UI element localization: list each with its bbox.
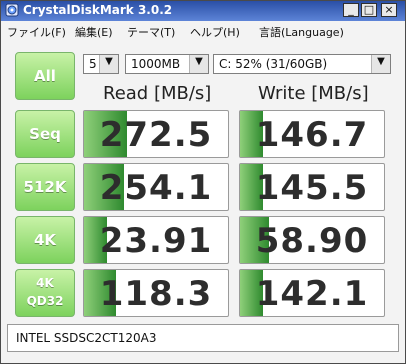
4k-qd32-write-result: 142.1 <box>239 269 385 317</box>
size-dropdown-arrow[interactable]: ▼ <box>189 55 208 73</box>
4k-qd32-label: 4K QD32 <box>26 276 64 308</box>
device-name: INTEL SSDSC2CT120A3 <box>16 331 157 345</box>
512k-write-result: 145.5 <box>239 163 385 211</box>
4k-qd32-test-button[interactable]: 4K QD32 <box>15 269 75 317</box>
read-header: Read [MB/s] <box>103 83 212 104</box>
4k-qd32-write-value: 142.1 <box>255 274 369 314</box>
chevron-down-icon: ▼ <box>377 56 385 67</box>
4k-test-button[interactable]: 4K <box>15 216 75 264</box>
512k-read-result: 254.1 <box>83 163 229 211</box>
maximize-icon: □ <box>363 3 375 16</box>
drive-value: C: 52% (31/60GB) <box>219 57 328 71</box>
4k-read-value: 23.91 <box>99 221 213 261</box>
close-button[interactable]: × <box>381 3 397 17</box>
seq-read-value: 272.5 <box>99 115 213 155</box>
4k-read-result: 23.91 <box>83 216 229 264</box>
seq-label: Seq <box>29 125 61 143</box>
drive-dropdown-arrow[interactable]: ▼ <box>371 55 390 73</box>
512k-label: 512K <box>23 178 67 196</box>
minimize-icon: _ <box>348 3 354 16</box>
512k-write-value: 145.5 <box>255 168 369 208</box>
menu-edit[interactable]: 編集(E) <box>75 24 113 40</box>
runs-dropdown[interactable]: 5 ▼ <box>83 54 119 74</box>
size-dropdown[interactable]: 1000MB ▼ <box>125 54 209 74</box>
runs-dropdown-arrow[interactable]: ▼ <box>99 55 118 73</box>
4k-qd32-read-value: 118.3 <box>99 274 213 314</box>
seq-write-value: 146.7 <box>255 115 369 155</box>
chevron-down-icon: ▼ <box>105 56 113 67</box>
4k-qd32-read-result: 118.3 <box>83 269 229 317</box>
menu-help[interactable]: ヘルプ(H) <box>190 24 240 40</box>
seq-test-button[interactable]: Seq <box>15 110 75 158</box>
all-button-label: All <box>34 67 56 85</box>
title-bar: CrystalDiskMark 3.0.2 _ □ × <box>1 1 405 21</box>
app-icon <box>5 3 19 17</box>
menu-bar: ファイル(F) 編集(E) テーマ(T) ヘルプ(H) 言語(Language) <box>1 21 405 41</box>
window-title: CrystalDiskMark 3.0.2 <box>23 3 173 17</box>
drive-dropdown[interactable]: C: 52% (31/60GB) ▼ <box>213 54 391 74</box>
close-icon: × <box>384 3 394 16</box>
512k-read-value: 254.1 <box>99 168 213 208</box>
4k-write-value: 58.90 <box>255 221 369 261</box>
size-value: 1000MB <box>131 57 181 71</box>
write-header: Write [MB/s] <box>258 83 369 104</box>
crystaldiskmark-window: CrystalDiskMark 3.0.2 _ □ × ファイル(F) 編集(E… <box>0 0 406 364</box>
chevron-down-icon: ▼ <box>195 56 203 67</box>
menu-file[interactable]: ファイル(F) <box>7 24 66 40</box>
4k-write-result: 58.90 <box>239 216 385 264</box>
maximize-button[interactable]: □ <box>361 3 377 17</box>
4k-label: 4K <box>33 231 57 249</box>
main-panel: All 5 ▼ 1000MB ▼ C: 52% (31/60GB) ▼ Read… <box>3 43 403 361</box>
seq-write-result: 146.7 <box>239 110 385 158</box>
runs-value: 5 <box>89 57 97 71</box>
device-status-bar: INTEL SSDSC2CT120A3 <box>7 324 399 352</box>
menu-language[interactable]: 言語(Language) <box>259 24 344 40</box>
512k-test-button[interactable]: 512K <box>15 163 75 211</box>
minimize-button[interactable]: _ <box>343 3 359 17</box>
all-button[interactable]: All <box>15 52 75 100</box>
menu-theme[interactable]: テーマ(T) <box>127 24 175 40</box>
seq-read-result: 272.5 <box>83 110 229 158</box>
